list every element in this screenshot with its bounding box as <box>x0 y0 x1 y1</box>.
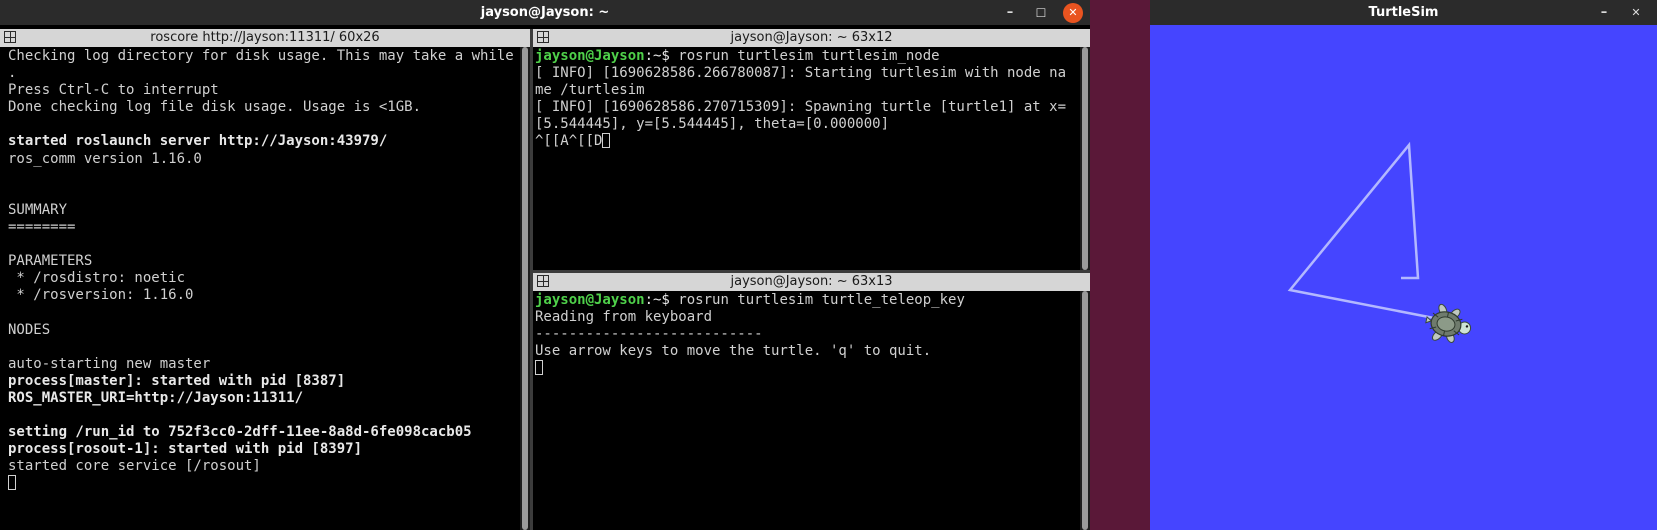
command-line: jayson@Jayson:~$ rosrun turtlesim turtle… <box>535 292 1080 309</box>
roscore-pane-title: roscore http://Jayson:11311/ 60x26 <box>150 30 380 45</box>
output-line: PARAMETERS <box>8 253 93 270</box>
output-line: NODES <box>8 321 51 338</box>
output-line: setting /run_id to 752f3cc0-2dff-11ee-8a… <box>8 424 472 441</box>
cursor-line <box>8 475 520 492</box>
turtlesim-node-pane[interactable]: jayson@Jayson: ~ 63x12 jayson@Jayson:~$ … <box>533 29 1090 270</box>
terminal-window-title: jayson@Jayson: ~ <box>480 5 610 20</box>
teleop-key-output[interactable]: jayson@Jayson:~$ rosrun turtlesim turtle… <box>533 291 1080 530</box>
maximize-button[interactable]: ☐ <box>1031 3 1051 23</box>
turtlesim-node-scrollbar[interactable] <box>1080 47 1090 270</box>
roscore-scrollbar[interactable] <box>520 47 530 530</box>
roscore-scrollbar-thumb[interactable] <box>522 47 528 530</box>
output-line: auto-starting new master <box>8 355 211 372</box>
close-button[interactable]: ✕ <box>1626 3 1646 23</box>
output-line: Press Ctrl-C to interrupt <box>8 82 219 99</box>
teleop-key-pane-title: jayson@Jayson: ~ 63x13 <box>730 274 893 289</box>
output-line: Use arrow keys to move the turtle. 'q' t… <box>535 343 932 360</box>
output-line: [5.544445], y=[5.544445], theta=[0.00000… <box>535 116 890 133</box>
prompt-path: :~$ <box>644 48 679 64</box>
turtlesim-node-scrollbar-thumb[interactable] <box>1082 47 1088 270</box>
input-line: ^[[A^[[D <box>535 133 1080 150</box>
minimize-button[interactable]: – <box>1594 3 1614 23</box>
terminal-cursor <box>535 360 543 376</box>
teleop-key-scrollbar-thumb[interactable] <box>1082 291 1088 530</box>
output-line: * /rosversion: 1.16.0 <box>8 287 194 304</box>
prompt-user: jayson@Jayson <box>535 48 645 64</box>
terminal-window: jayson@Jayson: ~ – ☐ ✕ roscore http://Ja… <box>0 0 1090 530</box>
command-line: jayson@Jayson:~$ rosrun turtlesim turtle… <box>535 48 1080 65</box>
roscore-pane[interactable]: roscore http://Jayson:11311/ 60x26 Check… <box>0 29 530 530</box>
output-line: Done checking log file disk usage. Usage… <box>8 99 422 116</box>
output-line: . <box>8 65 17 82</box>
output-line: ======== <box>8 218 76 235</box>
output-line: Checking log directory for disk usage. T… <box>8 48 514 64</box>
roscore-pane-header[interactable]: roscore http://Jayson:11311/ 60x26 <box>0 29 530 47</box>
output-line: started roslaunch server http://Jayson:4… <box>8 133 388 150</box>
turtlesim-window: TurtleSim – ✕ <box>1150 0 1657 530</box>
input-line <box>535 360 1080 377</box>
turtlesim-node-output[interactable]: jayson@Jayson:~$ rosrun turtlesim turtle… <box>533 47 1080 270</box>
output-line: Reading from keyboard <box>535 309 713 326</box>
teleop-key-pane[interactable]: jayson@Jayson: ~ 63x13 jayson@Jayson:~$ … <box>533 273 1090 530</box>
close-button[interactable]: ✕ <box>1063 3 1083 23</box>
output-line: process[master]: started with pid [8387] <box>8 372 346 389</box>
minimize-button[interactable]: – <box>1000 3 1020 23</box>
output-line: me /turtlesim <box>535 82 645 99</box>
teleop-key-pane-header[interactable]: jayson@Jayson: ~ 63x13 <box>533 273 1090 291</box>
output-line: SUMMARY <box>8 201 68 218</box>
turtlesim-titlebar[interactable]: TurtleSim – ✕ <box>1150 0 1657 25</box>
output-line: * /rosdistro: noetic <box>8 270 186 287</box>
roscore-output[interactable]: Checking log directory for disk usage. T… <box>0 47 520 530</box>
output-line: ros_comm version 1.16.0 <box>8 150 202 167</box>
output-line: [ INFO] [1690628586.270715309]: Spawning… <box>535 99 1067 116</box>
teleop-key-scrollbar[interactable] <box>1080 291 1090 530</box>
output-line: process[rosout-1]: started with pid [839… <box>8 441 363 458</box>
terminal-cursor <box>602 133 611 149</box>
command-text: rosrun turtlesim turtle_teleop_key <box>678 292 965 308</box>
turtlesim-node-pane-title: jayson@Jayson: ~ 63x12 <box>730 30 893 45</box>
output-line: started core service [/rosout] <box>8 458 261 475</box>
turtlesim-window-title: TurtleSim <box>1368 5 1439 20</box>
output-line: --------------------------- <box>535 326 763 343</box>
terminal-titlebar[interactable]: jayson@Jayson: ~ – ☐ ✕ <box>0 0 1090 25</box>
terminal-cursor <box>8 475 16 491</box>
output-line: ROS_MASTER_URI=http://Jayson:11311/ <box>8 389 304 406</box>
prompt-path: :~$ <box>644 292 679 308</box>
prompt-user: jayson@Jayson <box>535 292 645 308</box>
output-line: [ INFO] [1690628586.266780087]: Starting… <box>535 65 1067 82</box>
typed-input: ^[[A^[[D <box>535 133 603 150</box>
turtlesim-canvas <box>1150 25 1657 530</box>
command-text: rosrun turtlesim turtlesim_node <box>678 48 940 64</box>
turtlesim-node-pane-header[interactable]: jayson@Jayson: ~ 63x12 <box>533 29 1090 47</box>
